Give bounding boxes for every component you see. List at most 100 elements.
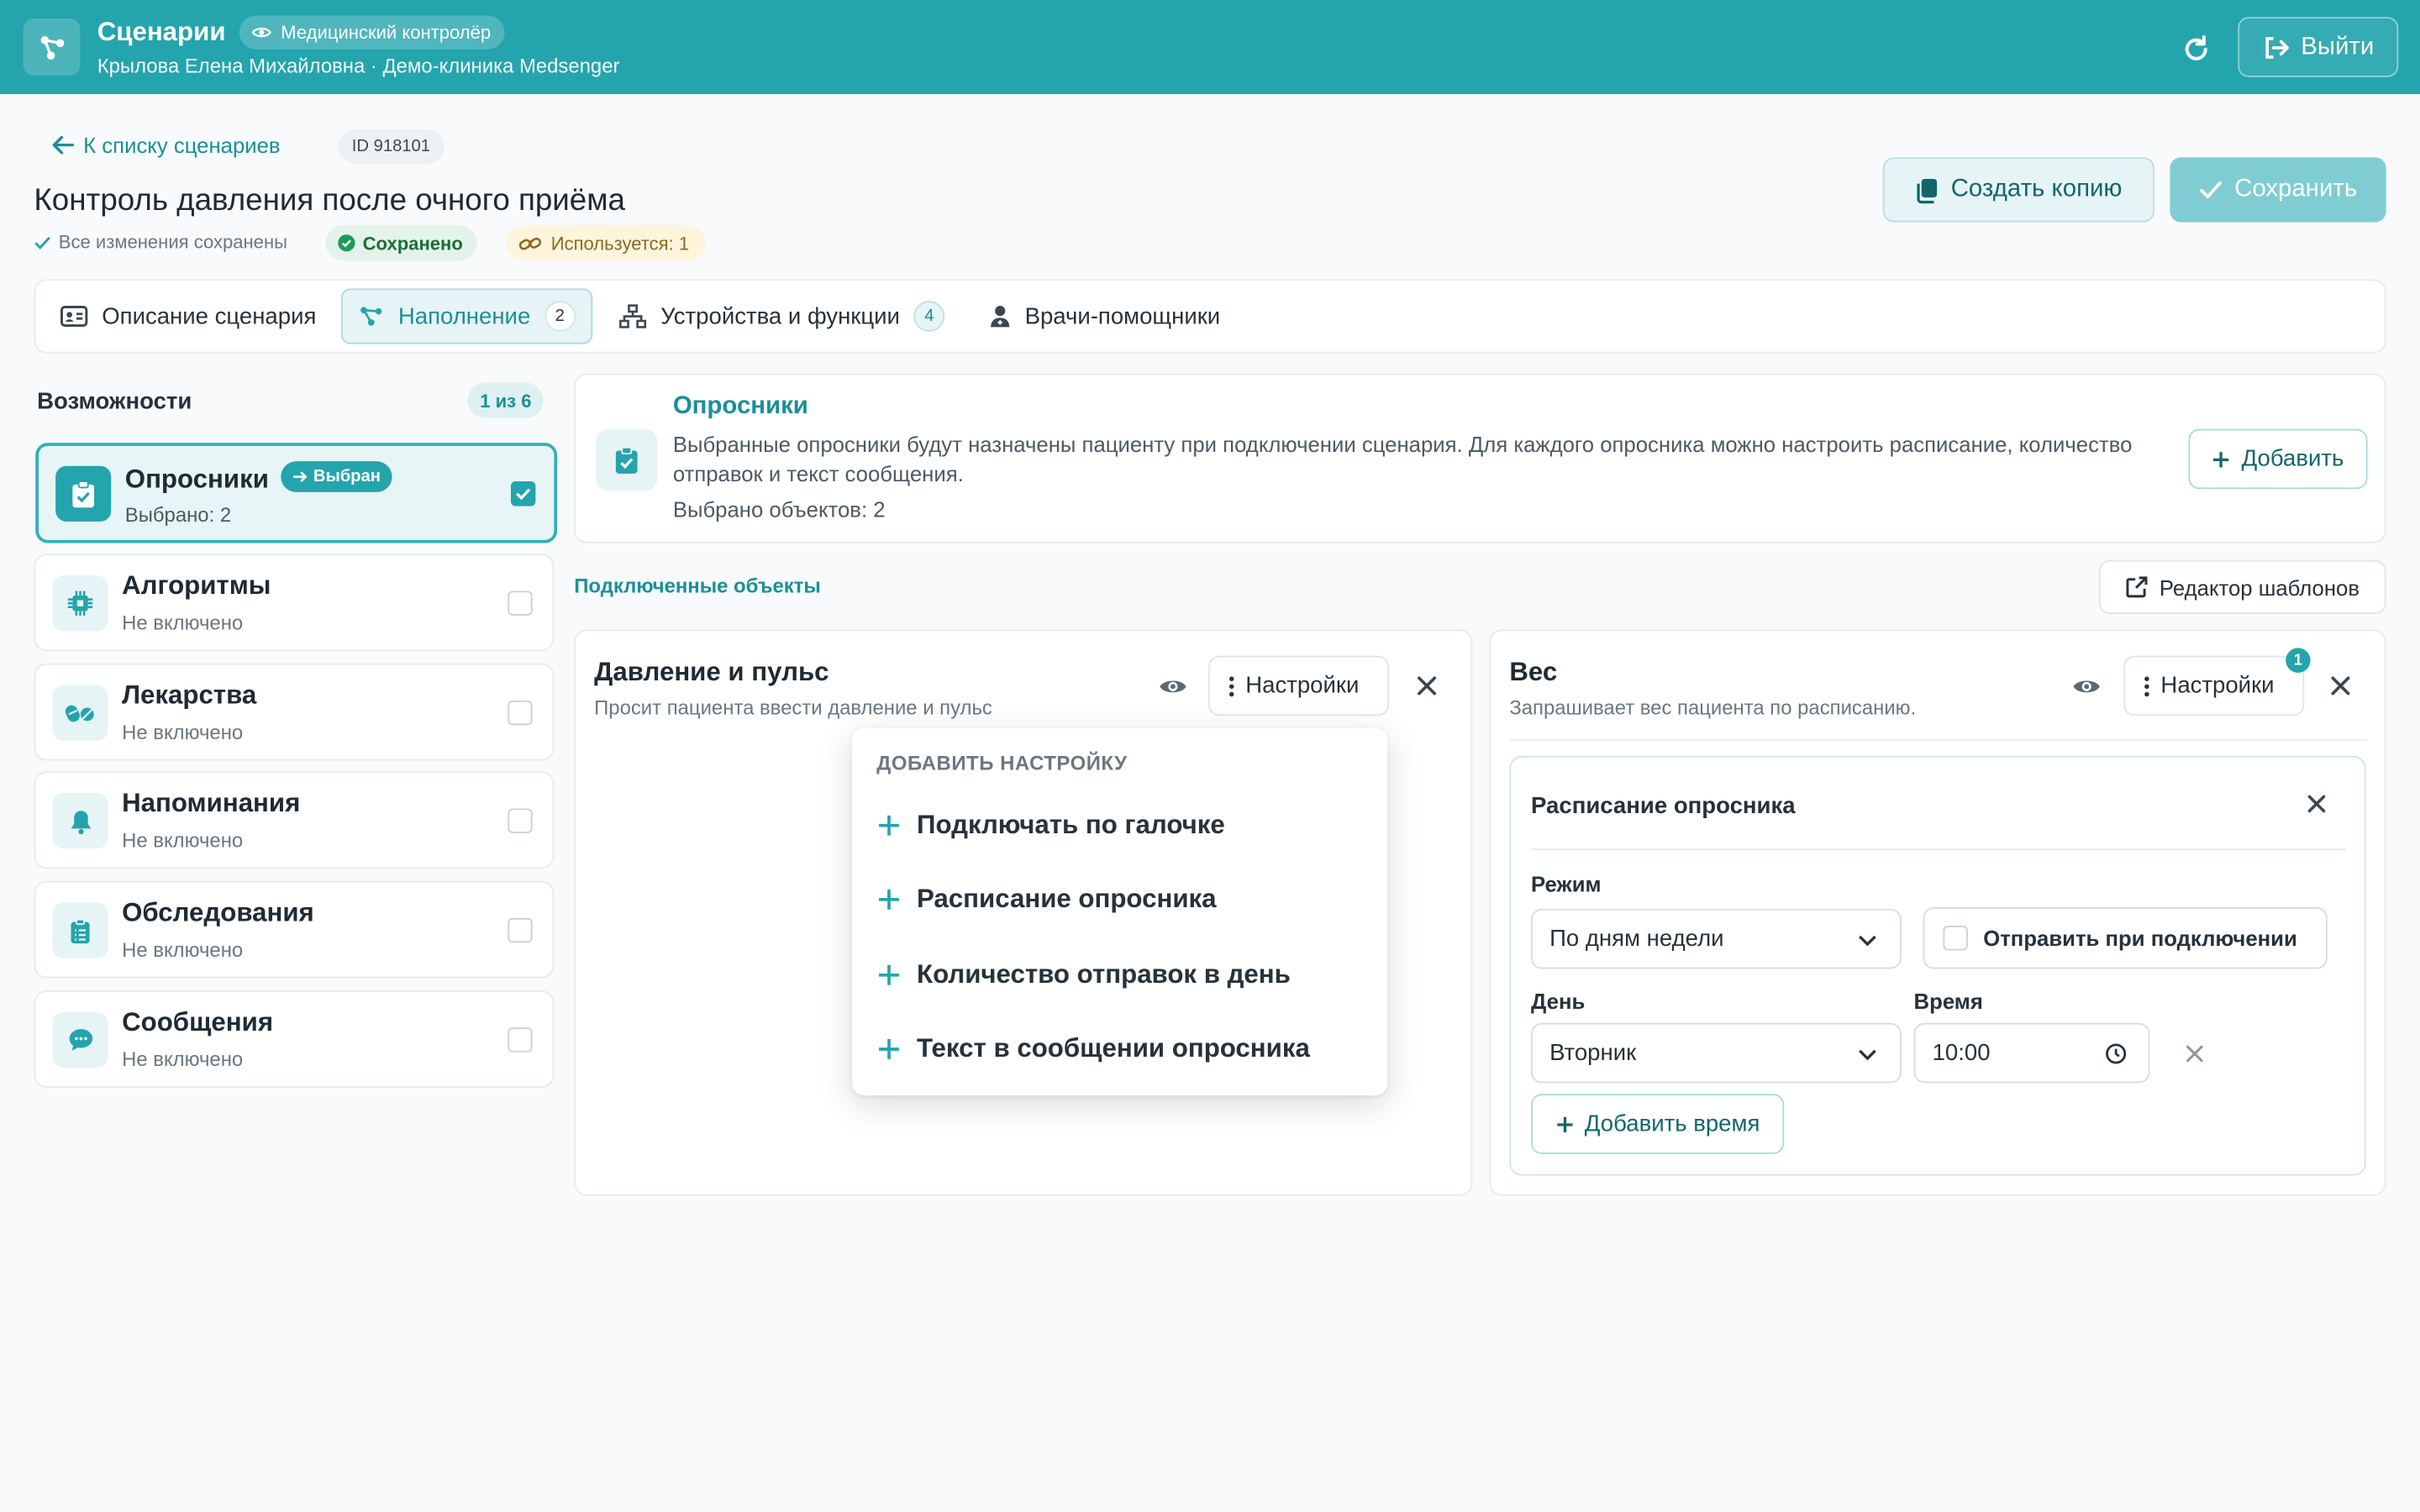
template-editor-label: Редактор шаблонов	[2159, 575, 2360, 600]
mode-value: По дням недели	[1549, 926, 1724, 953]
tab-label: Врачи-помощники	[1024, 302, 1221, 330]
tab-devices[interactable]: Устройства и функции 4	[603, 288, 960, 344]
capability-icon-wrap	[52, 902, 108, 958]
external-link-icon	[2126, 576, 2148, 598]
settings-label: Настройки	[1245, 672, 1360, 700]
capabilities-count: 1 из 6	[467, 382, 544, 418]
check-icon	[34, 235, 50, 249]
app-logo[interactable]	[23, 18, 81, 76]
capability-checkbox[interactable]	[508, 700, 533, 726]
send-on-connect-label: Отправить при подключении	[1983, 926, 2297, 951]
back-to-list-link[interactable]: К списку сценариев	[52, 132, 281, 158]
plus-icon	[879, 1039, 899, 1059]
create-copy-button[interactable]: Создать копию	[1882, 157, 2155, 223]
page: Сценарии Медицинский контролёр Крылова Е…	[0, 0, 2420, 1512]
sitemap-icon	[619, 304, 647, 328]
tab-description[interactable]: Описание сценария	[45, 288, 331, 344]
pills-icon	[65, 705, 94, 722]
arrow-right-icon	[292, 471, 308, 482]
surveys-info-panel: Опросники Выбранные опросники будут назн…	[574, 373, 2386, 543]
saved-note-label: Все изменения сохранены	[58, 231, 287, 254]
capability-checkbox[interactable]	[508, 1027, 533, 1053]
template-editor-button[interactable]: Редактор шаблонов	[2098, 559, 2386, 615]
capability-title: Напоминания	[122, 788, 301, 818]
add-survey-button[interactable]: Добавить	[2188, 428, 2368, 490]
capability-surveys[interactable]: Опросники Выбран Выбрано: 2	[35, 443, 558, 543]
day-label: День	[1531, 989, 1586, 1014]
capability-icon-wrap	[55, 465, 112, 522]
bell-icon	[70, 810, 91, 834]
menu-item-checkbox-connect[interactable]: Подключать по галочке	[876, 807, 1225, 844]
save-button[interactable]: Сохранить	[2170, 157, 2386, 223]
checkbox-box[interactable]	[1943, 926, 1968, 951]
capability-reminders[interactable]: Напоминания Не включено	[34, 771, 555, 869]
add-label: Добавить	[2241, 445, 2344, 473]
back-label: К списку сценариев	[83, 132, 281, 158]
close-icon	[2307, 795, 2326, 813]
remove-object-button[interactable]	[2329, 675, 2353, 698]
menu-item-message-text[interactable]: Текст в сообщении опросника	[876, 1031, 1310, 1068]
check-circle-icon	[338, 234, 355, 252]
settings-button[interactable]: Настройки	[1208, 655, 1390, 717]
mode-select[interactable]: По дням недели	[1531, 908, 1902, 969]
capability-messages[interactable]: Сообщения Не включено	[34, 990, 555, 1088]
remove-object-button[interactable]	[1415, 675, 1439, 698]
day-select[interactable]: Вторник	[1531, 1022, 1902, 1084]
tab-count-badge: 2	[544, 301, 576, 332]
capability-checkbox[interactable]	[508, 917, 533, 943]
capability-algorithms[interactable]: Алгоритмы Не включено	[34, 554, 555, 652]
logout-icon	[2265, 36, 2289, 58]
send-on-connect-checkbox[interactable]: Отправить при подключении	[1923, 907, 2328, 969]
time-label: Время	[1913, 989, 1983, 1014]
create-copy-label: Создать копию	[1950, 176, 2123, 202]
app-title: Сценарии	[97, 17, 226, 47]
chevron-down-icon	[1859, 1049, 1876, 1061]
add-time-label: Добавить время	[1584, 1110, 1760, 1137]
refresh-button[interactable]	[2176, 29, 2217, 70]
chip-icon	[67, 591, 93, 616]
menu-item-schedule[interactable]: Расписание опросника	[876, 881, 1217, 918]
capability-title: Лекарства	[122, 680, 257, 710]
capability-medications[interactable]: Лекарства Не включено	[34, 663, 555, 761]
id-card-icon	[60, 306, 88, 328]
capability-examinations[interactable]: Обследования Не включено	[34, 880, 555, 979]
menu-item-sends-per-day[interactable]: Количество отправок в день	[876, 957, 1291, 994]
close-schedule-button[interactable]	[2306, 793, 2328, 815]
plus-icon	[879, 889, 899, 910]
time-input[interactable]: 10:00	[1913, 1022, 2150, 1084]
chat-icon	[68, 1029, 92, 1051]
divider	[1531, 848, 2346, 851]
tab-assistants[interactable]: Врачи-помощники	[974, 288, 1236, 344]
logout-button[interactable]: Выйти	[2238, 17, 2399, 77]
menu-item-label: Расписание опросника	[917, 884, 1217, 914]
add-time-button[interactable]: Добавить время	[1531, 1094, 1785, 1154]
dropdown-header: ДОБАВИТЬ НАСТРОЙКУ	[876, 751, 1128, 775]
plus-icon	[879, 964, 899, 985]
add-setting-dropdown: ДОБАВИТЬ НАСТРОЙКУ Подключать по галочке…	[851, 727, 1388, 1096]
mode-label: Режим	[1531, 871, 1602, 897]
preview-button[interactable]	[1158, 675, 1189, 699]
info-selected-count: Выбрано объектов: 2	[672, 496, 886, 522]
user-info: Крылова Елена Михайловна · Демо-клиника …	[97, 54, 620, 77]
remove-time-button[interactable]	[2186, 1044, 2204, 1063]
tab-content[interactable]: Наполнение 2	[340, 288, 592, 344]
menu-item-label: Текст в сообщении опросника	[917, 1033, 1310, 1063]
preview-button[interactable]	[2071, 675, 2102, 699]
scenario-id-badge: ID 918101	[338, 129, 445, 164]
close-icon	[2331, 676, 2350, 696]
selected-badge-label: Выбран	[313, 467, 381, 486]
plus-icon	[1556, 1116, 1573, 1132]
page-title: Контроль давления после очного приёма	[34, 183, 625, 218]
capability-checkbox[interactable]	[508, 808, 533, 833]
settings-label: Настройки	[2160, 672, 2275, 700]
refresh-icon	[2185, 35, 2207, 60]
info-icon-wrap	[595, 428, 658, 491]
capability-title: Алгоритмы	[122, 570, 271, 601]
save-label: Сохранить	[2234, 176, 2358, 202]
capabilities-title: Возможности	[37, 388, 192, 416]
eye-icon	[251, 27, 271, 38]
capability-checkbox[interactable]	[508, 591, 533, 616]
scenario-tabs: Описание сценария Наполнение 2 Устройств…	[34, 279, 2386, 354]
settings-button[interactable]: Настройки	[2123, 655, 2305, 717]
capability-checkbox[interactable]	[510, 481, 536, 507]
